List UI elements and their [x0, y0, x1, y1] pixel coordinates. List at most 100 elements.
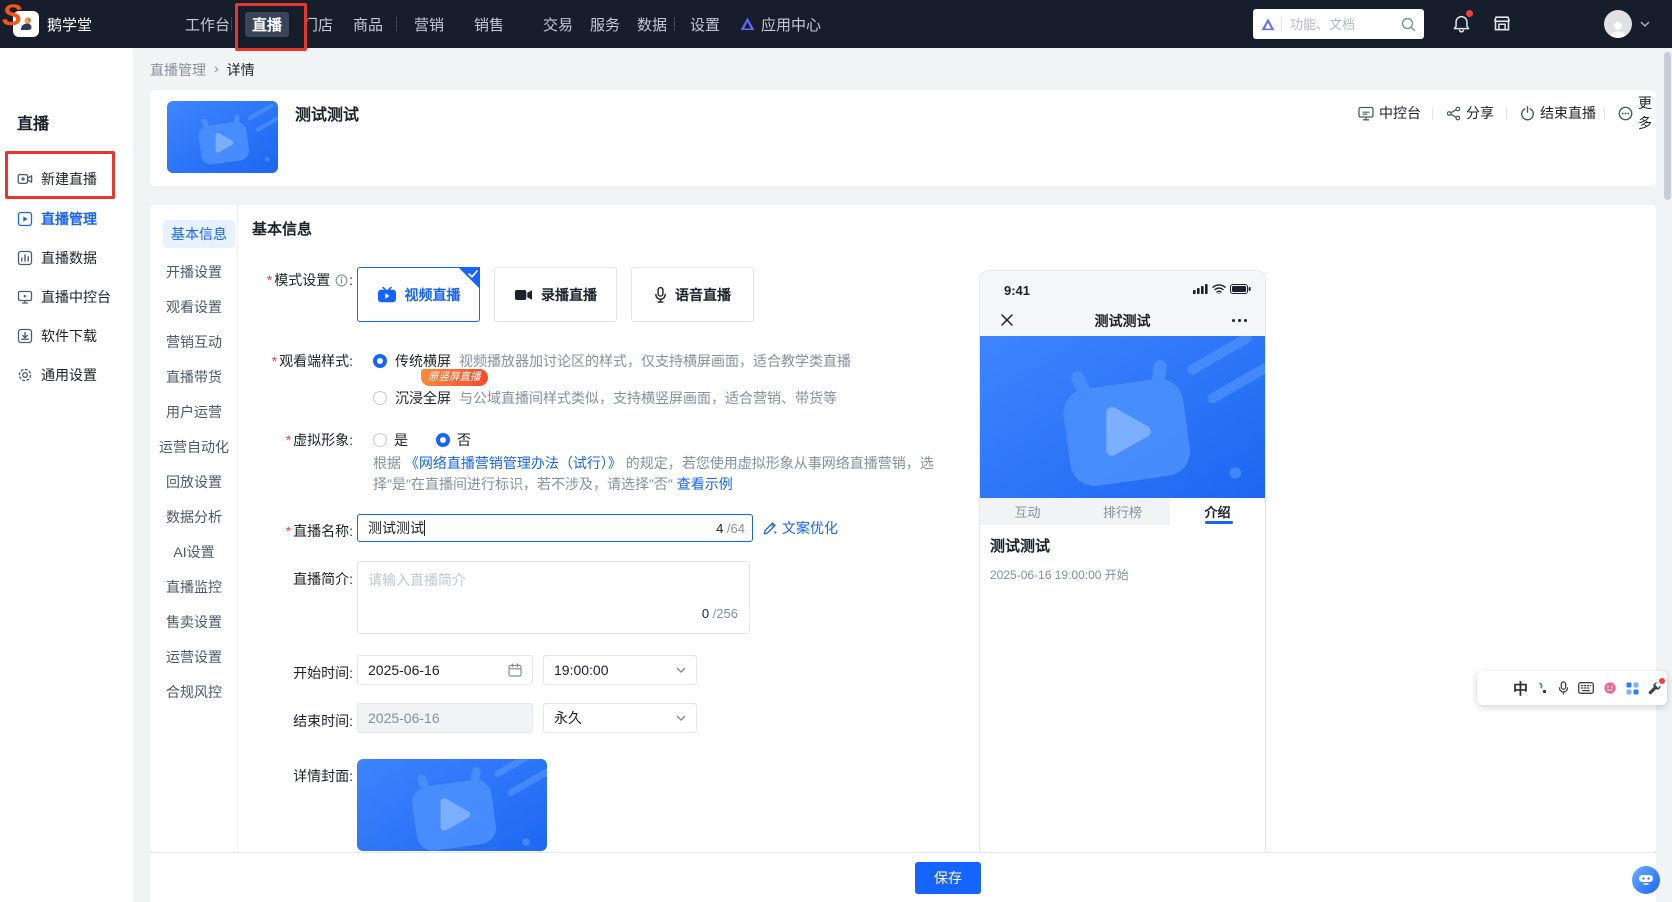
phone-start-time: 2025-06-16 19:00:00 开始: [990, 566, 1129, 583]
regulation-link[interactable]: 《网络直播营销管理办法（试行）》: [405, 455, 622, 471]
start-time-select[interactable]: 19:00:00: [543, 655, 697, 685]
sogou-logo[interactable]: S: [2, 0, 22, 33]
ime-punctuation-icon[interactable]: [1537, 681, 1549, 695]
phone-cover-image: [980, 336, 1266, 498]
breadcrumb: 直播管理 › 详情: [150, 60, 255, 80]
user-avatar[interactable]: [1604, 10, 1632, 38]
sidebar-item-live-manage[interactable]: 直播管理: [17, 208, 97, 230]
phone-tab-rank[interactable]: 排行榜: [1075, 498, 1170, 525]
tab-basic-info[interactable]: 基本信息: [163, 220, 235, 248]
live-name-input[interactable]: [357, 514, 753, 542]
nav-item-app-center[interactable]: 应用中心: [740, 0, 821, 48]
sidebar-item-new-live[interactable]: 新建直播: [17, 168, 97, 190]
legacy-portrait-badge: 原竖屏直播: [421, 369, 488, 386]
live-intro-textarea[interactable]: [357, 561, 750, 634]
sidebar-item-label: 软件下载: [41, 326, 97, 346]
divider: [1432, 107, 1433, 120]
section-title: 基本信息: [252, 218, 312, 239]
text-caret: [424, 520, 425, 536]
tab-user-operation[interactable]: 用户运营: [150, 398, 238, 426]
microphone-icon: [654, 286, 667, 304]
share-button[interactable]: 分享: [1446, 103, 1494, 123]
detail-cover-image[interactable]: [357, 759, 547, 851]
nav-item-settings[interactable]: 设置: [690, 0, 720, 48]
more-button[interactable]: 更多: [1618, 103, 1656, 123]
tab-operation-settings[interactable]: 运营设置: [150, 643, 238, 671]
ime-apps-grid-icon[interactable]: [1626, 682, 1639, 695]
radio-no[interactable]: [436, 433, 450, 447]
info-icon[interactable]: [335, 274, 348, 287]
tab-replay-settings[interactable]: 回放设置: [150, 468, 238, 496]
tab-data-analysis[interactable]: 数据分析: [150, 503, 238, 531]
tab-live-monitor[interactable]: 直播监控: [150, 573, 238, 601]
play-square-icon: [17, 211, 33, 227]
nav-item-store[interactable]: 门店: [303, 0, 333, 48]
option-name[interactable]: 传统横屏: [395, 351, 451, 371]
nav-item-data[interactable]: 数据: [637, 0, 667, 48]
store-switch-icon[interactable]: [1492, 14, 1512, 34]
option-yes-label[interactable]: 是: [394, 430, 408, 450]
tab-marketing-interaction[interactable]: 营销互动: [150, 328, 238, 356]
vertical-scrollbar-thumb[interactable]: [1664, 52, 1671, 200]
help-fab[interactable]: [1632, 866, 1660, 894]
search-icon[interactable]: [1401, 17, 1416, 32]
mode-option-video[interactable]: 视频直播: [357, 267, 480, 322]
ime-skin-icon[interactable]: [1603, 681, 1617, 695]
nav-item-service[interactable]: 服务: [590, 0, 620, 48]
breadcrumb-parent[interactable]: 直播管理: [150, 60, 206, 80]
radio-yes[interactable]: [373, 433, 387, 447]
nav-item-trade[interactable]: 交易: [543, 0, 573, 48]
magic-pen-icon: [762, 520, 778, 536]
tab-broadcast-settings[interactable]: 开播设置: [150, 258, 238, 286]
mode-option-voice[interactable]: 语音直播: [631, 267, 754, 322]
option-name[interactable]: 沉浸全屏: [395, 388, 451, 408]
end-time-select[interactable]: 永久: [543, 703, 697, 733]
phone-tab-interact[interactable]: 互动: [980, 498, 1075, 525]
radio-unselected[interactable]: [373, 391, 387, 405]
option-desc: 与公域直播间样式类似，支持横竖屏画面，适合营销、带货等: [459, 388, 837, 408]
sidebar-item-live-console[interactable]: 直播中控台: [17, 286, 111, 308]
search-input[interactable]: [1288, 16, 1395, 33]
sidebar-item-label: 新建直播: [41, 169, 97, 189]
phone-more-icon[interactable]: [1232, 319, 1247, 322]
nav-item-marketing[interactable]: 营销: [414, 0, 444, 48]
tab-operation-automation[interactable]: 运营自动化: [150, 433, 238, 461]
global-search[interactable]: [1253, 9, 1424, 39]
nav-item-live[interactable]: 直播: [252, 0, 282, 48]
tab-watch-settings[interactable]: 观看设置: [150, 293, 238, 321]
radio-selected[interactable]: [373, 354, 387, 368]
save-button[interactable]: 保存: [915, 862, 981, 894]
nav-item-goods[interactable]: 商品: [353, 0, 383, 48]
end-live-button[interactable]: 结束直播: [1520, 103, 1596, 123]
ime-keyboard-icon[interactable]: [1578, 682, 1594, 694]
notification-bell-icon[interactable]: [1452, 14, 1471, 34]
avatar-chevron-down-icon[interactable]: [1640, 21, 1650, 27]
sidebar-item-general-settings[interactable]: 通用设置: [17, 364, 97, 386]
start-date-picker[interactable]: 2025-06-16: [357, 655, 533, 685]
view-example-link[interactable]: 查看示例: [677, 476, 733, 492]
ime-language-toggle[interactable]: 中: [1513, 678, 1528, 699]
tab-live-commerce[interactable]: 直播带货: [150, 363, 238, 391]
live-title: 测试测试: [295, 101, 359, 125]
ime-settings-wrench-icon[interactable]: [1648, 681, 1662, 695]
mode-option-recorded[interactable]: 录播直播: [494, 267, 617, 322]
nav-divider: [231, 17, 232, 31]
signal-icon: [1193, 284, 1208, 294]
download-icon: [17, 328, 33, 344]
console-button[interactable]: 中控台: [1358, 103, 1421, 123]
save-bar: 保存: [150, 852, 1656, 902]
divider: [1604, 107, 1605, 120]
ime-mic-icon[interactable]: [1558, 681, 1569, 696]
tab-compliance[interactable]: 合规风控: [150, 678, 238, 706]
tab-ai-settings[interactable]: AI设置: [150, 538, 238, 566]
copy-optimize-button[interactable]: 文案优化: [762, 518, 838, 538]
sidebar-item-live-data[interactable]: 直播数据: [17, 247, 97, 269]
nav-item-workbench[interactable]: 工作台: [185, 0, 230, 48]
option-no-label[interactable]: 否: [457, 430, 471, 450]
sidebar-item-label: 通用设置: [41, 365, 97, 385]
sidebar-item-software-download[interactable]: 软件下载: [17, 325, 97, 347]
nav-item-sales[interactable]: 销售: [474, 0, 504, 48]
tab-sale-settings[interactable]: 售卖设置: [150, 608, 238, 636]
nav-divider: [674, 17, 675, 31]
virtual-avatar-label: *虚拟形象:: [237, 430, 353, 450]
